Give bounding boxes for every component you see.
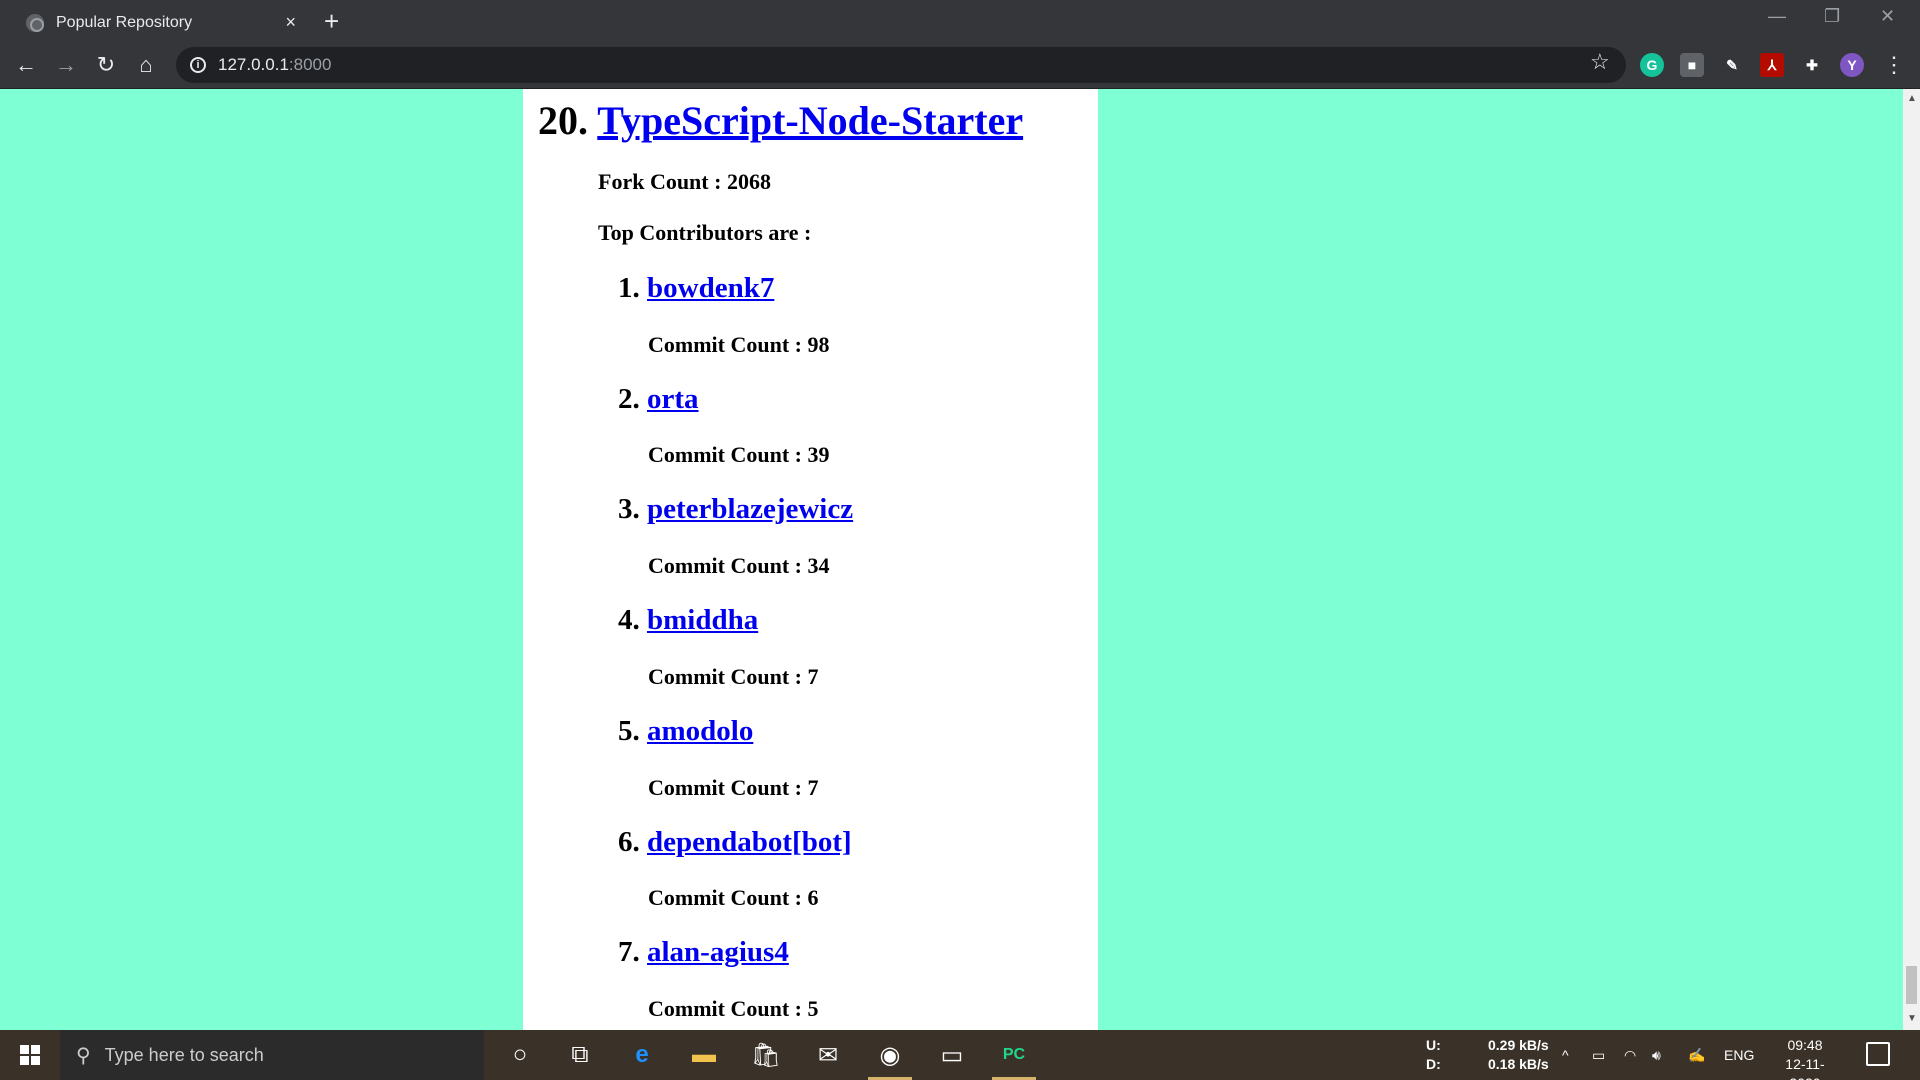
fork-count: Fork Count : 2068 [598,169,771,194]
contributor-item: 7. alan-agius4 [618,936,789,969]
search-icon: ⚲ [76,1044,91,1067]
profile-avatar[interactable]: Y [1840,53,1864,77]
browser-toolbar: ← → ↻ ⌂ i 127.0.0.1:8000 ☆ G ■ ✎ ⅄ ✚ Y ⋮ [0,41,1920,89]
browser-tab[interactable]: Popular Repository × [10,4,308,41]
start-button[interactable] [0,1030,60,1080]
contributor-link[interactable]: amodolo [647,715,753,747]
tab-strip: Popular Repository × + — ❐ ✕ [0,0,1920,41]
contributor-item: 1. bowdenk7 [618,272,774,305]
contributor-rank: 6. [618,826,640,858]
repo-number: 20. [538,98,588,143]
contributor-rank: 2. [618,383,640,415]
commit-count: Commit Count : 5 [648,996,819,1021]
net-up-label: U: [1426,1037,1441,1053]
contributor-link[interactable]: peterblazejewicz [647,493,853,525]
clock-date: 12-11-2020 [1785,1056,1825,1080]
taskbar-search[interactable]: ⚲ Type here to search [60,1030,484,1080]
edge-icon[interactable]: e [614,1030,670,1080]
top-contributors-heading: Top Contributors are : [598,220,812,245]
commit-count: Commit Count : 6 [648,885,819,910]
scroll-up-arrow-icon[interactable]: ▲ [1907,93,1917,104]
clock-time: 09:48 [1787,1037,1823,1053]
page-favicon-icon [26,13,44,32]
pycharm-icon[interactable]: PC [986,1030,1042,1080]
address-bar[interactable]: i 127.0.0.1:8000 [176,47,1626,83]
language-indicator[interactable]: ENG [1724,1030,1754,1080]
grammarly-icon[interactable]: G [1640,53,1664,77]
page-viewport: 20. TypeScript-Node-Starter Fork Count :… [0,89,1920,1030]
scrollbar-thumb[interactable] [1906,966,1917,1004]
repo-heading: 20. TypeScript-Node-Starter [538,97,1023,144]
commit-count: Commit Count : 34 [648,553,830,578]
contributor-rank: 1. [618,272,640,304]
scroll-down-arrow-icon[interactable]: ▼ [1907,1013,1917,1024]
site-info-icon[interactable]: i [190,57,206,73]
net-down-value: 0.18 kB/s [1488,1056,1549,1072]
mail-icon[interactable]: ✉ [800,1030,856,1080]
contributor-link[interactable]: orta [647,383,699,415]
contributor-rank: 4. [618,604,640,636]
contributor-item: 6. dependabot[bot] [618,826,852,859]
windows-taskbar: ⚲ Type here to search ○ ⧉ e ▬ 🛍 ✉ ◉ ▭ PC… [0,1030,1920,1080]
contributor-item: 2. orta [618,383,699,416]
forward-arrow-icon[interactable]: → [52,51,80,79]
search-placeholder: Type here to search [104,1044,264,1065]
home-icon[interactable]: ⌂ [132,51,160,79]
cortana-icon[interactable]: ○ [492,1030,548,1080]
contributor-link[interactable]: dependabot[bot] [647,826,852,858]
contributor-item: 5. amodolo [618,715,753,748]
tab-title: Popular Repository [56,13,193,31]
contributor-rank: 5. [618,715,640,747]
volume-icon[interactable]: 🔊︎ [1652,1030,1661,1080]
repo-link[interactable]: TypeScript-Node-Starter [597,98,1023,143]
commit-count: Commit Count : 98 [648,332,830,357]
new-tab-button[interactable]: + [324,6,339,37]
tab-close-icon[interactable]: × [285,12,296,33]
contributor-item: 4. bmiddha [618,604,758,637]
terminal-icon[interactable]: ▭ [924,1030,980,1080]
url-port: :8000 [288,55,332,74]
contributor-link[interactable]: bowdenk7 [647,272,774,304]
restore-button[interactable]: ❐ [1824,6,1840,27]
tray-chevron-icon[interactable]: ^ [1562,1030,1569,1080]
commit-count: Commit Count : 39 [648,442,830,467]
pdf-icon[interactable]: ⅄ [1760,53,1784,77]
net-down-label: D: [1426,1056,1441,1072]
window-close-button[interactable]: ✕ [1880,6,1895,27]
vertical-scrollbar[interactable]: ▲ ▼ [1903,89,1920,1030]
extension-icon[interactable]: ■ [1680,53,1704,77]
pen-workspace-icon[interactable]: ✍ [1688,1030,1705,1080]
store-icon[interactable]: 🛍 [738,1030,794,1080]
notifications-icon[interactable] [1866,1042,1890,1066]
content-column: 20. TypeScript-Node-Starter Fork Count :… [523,89,1098,1030]
clock[interactable]: 09:48 12-11-2020 [1770,1036,1840,1080]
net-up-value: 0.29 kB/s [1488,1037,1549,1053]
battery-icon[interactable]: ▭ [1592,1030,1605,1080]
file-explorer-icon[interactable]: ▬ [676,1030,732,1080]
reload-icon[interactable]: ↻ [92,51,120,79]
contributor-item: 3. peterblazejewicz [618,493,853,526]
contributor-link[interactable]: bmiddha [647,604,758,636]
puzzle-icon[interactable]: ✚ [1800,53,1824,77]
commit-count: Commit Count : 7 [648,775,819,800]
task-view-icon[interactable]: ⧉ [552,1030,608,1080]
bookmark-star-icon[interactable]: ☆ [1590,49,1610,75]
contributor-link[interactable]: alan-agius4 [647,936,789,968]
contributor-rank: 3. [618,493,640,525]
wifi-icon[interactable]: ◠ [1624,1030,1636,1080]
back-arrow-icon[interactable]: ← [12,51,40,79]
net-speed: 0.29 kB/s 0.18 kB/s [1488,1036,1549,1074]
minimize-button[interactable]: — [1768,6,1786,27]
contributor-rank: 7. [618,936,640,968]
net-labels: U: D: [1426,1036,1441,1074]
chrome-icon[interactable]: ◉ [862,1030,918,1080]
windows-logo-icon [20,1045,40,1065]
url-host: 127.0.0.1 [218,55,289,74]
pen-extension-icon[interactable]: ✎ [1720,53,1744,77]
commit-count: Commit Count : 7 [648,664,819,689]
menu-dots-icon[interactable]: ⋮ [1880,51,1908,79]
